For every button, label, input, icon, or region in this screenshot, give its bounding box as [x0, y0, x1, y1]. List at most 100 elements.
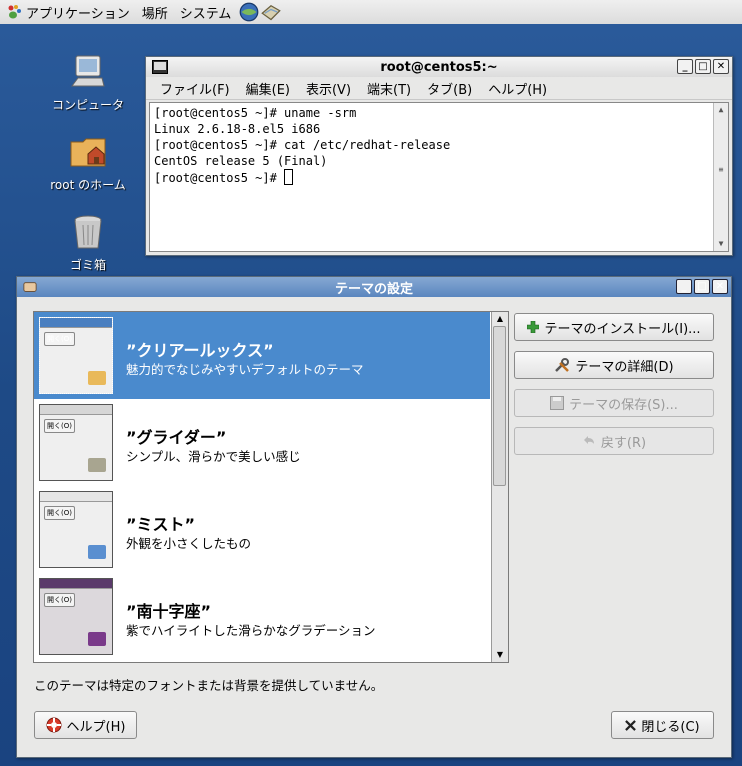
scroll-up-arrow-icon[interactable]: ▲: [714, 103, 728, 117]
scrollbar-thumb[interactable]: [493, 326, 506, 486]
add-icon: [527, 321, 540, 333]
theme-preview: 開く(O): [39, 317, 113, 394]
close-dialog-label: 閉じる(C): [641, 719, 700, 735]
help-lifebuoy-icon: [46, 717, 62, 733]
theme-name: ”クリアールックス”: [126, 341, 274, 360]
desktop-icon-label: コンピュータ: [51, 98, 124, 112]
menu-edit[interactable]: 編集(E): [238, 79, 298, 98]
theme-list[interactable]: 開く(O) ”クリアールックス” 魅力的でなじみやすいデフォルトのテーマ 開く(…: [33, 311, 509, 663]
menu-help[interactable]: ヘルプ(H): [480, 79, 555, 98]
menu-terminal[interactable]: 端末(T): [359, 79, 419, 98]
terminal-prompt-line: [root@centos5 ~]#: [154, 169, 724, 186]
theme-name: ”グライダー”: [126, 428, 227, 447]
theme-preview: 開く(O): [39, 578, 113, 655]
close-dialog-button[interactable]: 閉じる(C): [611, 711, 714, 739]
terminal-scrollbar[interactable]: ▲ ≡ ▼: [713, 103, 728, 251]
terminal-line: [root@centos5 ~]# cat /etc/redhat-releas…: [154, 138, 451, 152]
preview-open-button: 開く(O): [44, 419, 75, 433]
applications-menu[interactable]: アプリケーション: [0, 0, 136, 24]
theme-description: シンプル、滑らかで美しい感じ: [126, 449, 301, 464]
scroll-grip-icon: ≡: [718, 165, 724, 174]
preview-titlebar: [40, 405, 112, 415]
menu-view[interactable]: 表示(V): [298, 79, 359, 98]
folder-icon: [88, 458, 106, 472]
theme-dialog-icon: [23, 282, 37, 292]
save-theme-label: テーマの保存(S)...: [569, 397, 678, 413]
menu-tabs[interactable]: タブ(B): [419, 79, 480, 98]
folder-icon: [88, 545, 106, 559]
desktop-icon-computer[interactable]: コンピュータ: [40, 52, 136, 113]
theme-name: ”南十字座”: [126, 602, 212, 621]
install-theme-button[interactable]: テーマのインストール(I)...: [514, 313, 714, 341]
minimize-button[interactable]: _: [676, 279, 692, 294]
places-menu[interactable]: 場所: [136, 0, 174, 24]
scroll-up-arrow-icon[interactable]: ▲: [492, 312, 508, 326]
revert-label: 戻す(R): [600, 435, 647, 451]
install-theme-label: テーマのインストール(I)...: [544, 321, 701, 337]
preview-open-button: 開く(O): [44, 332, 75, 346]
theme-details-button[interactable]: テーマの詳細(D): [514, 351, 714, 379]
top-panel: アプリケーション 場所 システム: [0, 0, 742, 25]
terminal-output[interactable]: [root@centos5 ~]# uname -srm Linux 2.6.1…: [149, 102, 729, 252]
system-menu[interactable]: システム: [174, 0, 238, 24]
terminal-icon: [152, 60, 168, 74]
theme-dialog-title: テーマの設定: [334, 281, 413, 297]
terminal-line: Linux 2.6.18-8.el5 i686: [154, 122, 321, 136]
terminal-menubar: ファイル(F) 編集(E) 表示(V) 端末(T) タブ(B) ヘルプ(H): [146, 77, 732, 100]
system-menu-label: システム: [179, 6, 232, 22]
theme-preview: 開く(O): [39, 491, 113, 568]
theme-name: ”ミスト”: [126, 515, 196, 534]
home-folder-icon: [70, 138, 106, 167]
folder-icon: [88, 632, 106, 646]
minimize-button[interactable]: _: [677, 59, 693, 74]
terminal-title: root@centos5:~: [380, 59, 498, 75]
maximize-button[interactable]: □: [694, 279, 710, 294]
folder-icon: [88, 371, 106, 385]
theme-list-scrollbar[interactable]: ▲ ▼: [491, 312, 508, 662]
theme-preview: 開く(O): [39, 404, 113, 481]
preview-titlebar: [40, 492, 112, 502]
scroll-down-arrow-icon[interactable]: ▼: [492, 648, 508, 662]
terminal-prompt: [root@centos5 ~]#: [154, 171, 285, 185]
close-button[interactable]: ✕: [713, 59, 729, 74]
maximize-button[interactable]: □: [695, 59, 711, 74]
desktop-icon-trash[interactable]: ゴミ箱: [40, 212, 136, 273]
theme-description: 紫でハイライトした滑らかなグラデーション: [126, 623, 376, 638]
terminal-titlebar[interactable]: root@centos5:~ _ □ ✕: [146, 57, 732, 77]
theme-details-label: テーマの詳細(D): [575, 359, 674, 375]
terminal-line: [root@centos5 ~]# uname -srm: [154, 106, 357, 120]
preview-open-button: 開く(O): [44, 593, 75, 607]
menu-file[interactable]: ファイル(F): [152, 79, 238, 98]
terminal-window: root@centos5:~ _ □ ✕ ファイル(F) 編集(E) 表示(V)…: [145, 56, 733, 256]
mail-icon[interactable]: [261, 2, 282, 22]
undo-icon: [583, 436, 594, 444]
theme-item-mist[interactable]: 開く(O) ”ミスト” 外観を小さくしたもの: [34, 486, 490, 573]
theme-item-glider[interactable]: 開く(O) ”グライダー” シンプル、滑らかで美しい感じ: [34, 399, 490, 486]
applications-menu-label: アプリケーション: [26, 6, 130, 22]
theme-status-text: このテーマは特定のフォントまたは背景を提供していません。: [34, 678, 384, 693]
theme-item-crux[interactable]: 開く(O) ”南十字座” 紫でハイライトした滑らかなグラデーション: [34, 573, 490, 660]
places-menu-label: 場所: [141, 6, 168, 22]
theme-item-clearlooks[interactable]: 開く(O) ”クリアールックス” 魅力的でなじみやすいデフォルトのテーマ: [34, 312, 490, 399]
theme-description: 魅力的でなじみやすいデフォルトのテーマ: [126, 362, 364, 377]
preview-open-button: 開く(O): [44, 506, 75, 520]
save-icon: [550, 396, 565, 410]
preview-titlebar: [40, 579, 112, 589]
scroll-down-arrow-icon[interactable]: ▼: [714, 237, 728, 251]
terminal-line: CentOS release 5 (Final): [154, 154, 328, 168]
preview-titlebar: [40, 318, 112, 328]
revert-button[interactable]: 戻す(R): [514, 427, 714, 455]
close-button[interactable]: ✕: [712, 279, 728, 294]
text-cursor: [284, 169, 294, 185]
desktop-icon-label: ゴミ箱: [69, 258, 106, 272]
save-theme-button[interactable]: テーマの保存(S)...: [514, 389, 714, 417]
close-icon: [625, 719, 637, 731]
help-button[interactable]: ヘルプ(H): [34, 711, 137, 739]
help-label: ヘルプ(H): [66, 719, 126, 735]
theme-preferences-dialog: テーマの設定 _ □ ✕ 開く(O) ”クリアールックス” 魅力的でなじみやすい…: [16, 276, 732, 758]
web-browser-icon[interactable]: [239, 2, 259, 22]
computer-icon: [71, 55, 105, 87]
theme-dialog-titlebar[interactable]: テーマの設定 _ □ ✕: [17, 277, 731, 297]
tools-icon: [555, 358, 570, 372]
desktop-icon-home[interactable]: root のホーム: [40, 132, 136, 193]
